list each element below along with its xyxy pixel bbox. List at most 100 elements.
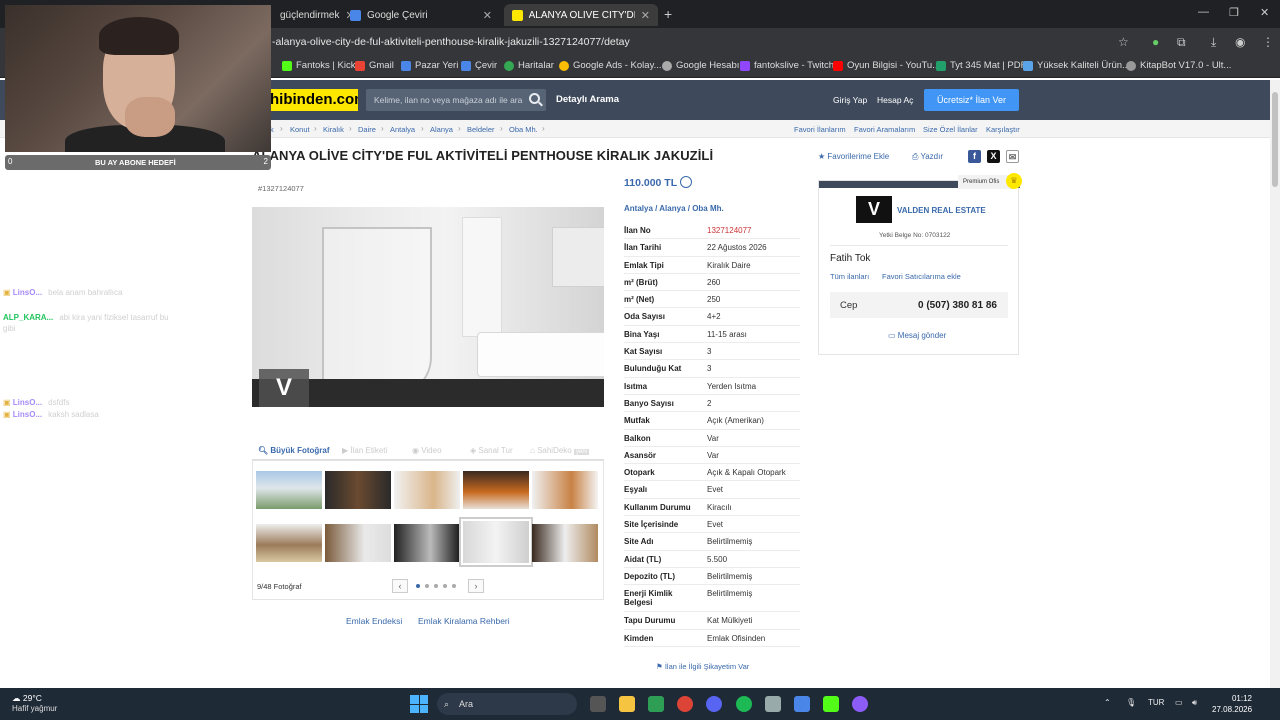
obs-icon[interactable] [852,696,868,712]
breadcrumb-item[interactable]: Konut [290,125,310,134]
bookmark-item[interactable]: Gmail [355,60,394,71]
tab-listing-label[interactable]: ▶ İlan Etiketi [342,446,387,455]
send-message-button[interactable]: ▭ Mesaj gönder [888,331,946,340]
clock[interactable]: 01:12 27.08.2026 [1212,693,1252,715]
scrollbar-thumb[interactable] [1272,92,1278,187]
extensions-puzzle-icon[interactable]: ⧉ [1177,35,1186,50]
download-icon[interactable]: ⤓ [1211,35,1216,50]
restore-icon[interactable]: ❐ [1229,6,1239,19]
seller-logo[interactable]: V [856,196,892,223]
report-listing-link[interactable]: ⚑ İlan ile İlgili Şikayetim Var [656,662,749,671]
volume-icon[interactable]: 🔊︎ [1192,698,1197,708]
tab-sahideko[interactable]: ⌂ SahiDeko yeni [530,446,589,455]
tab-listing[interactable]: ALANYA OLİVE CİTY'DE FUL AK ✕ [504,4,658,26]
favorite-searches-link[interactable]: Favori Aramalarım [854,125,915,134]
discord-icon[interactable] [706,696,722,712]
search-icon[interactable] [529,93,540,104]
url-field[interactable]: -alanya-olive-city-de-ful-aktiviteli-pen… [272,32,1132,52]
breadcrumb-item[interactable]: Antalya [390,125,415,134]
location-neighborhood[interactable]: Oba Mh. [692,204,724,213]
bookmark-item[interactable]: Çevir [461,60,497,71]
thumbnail[interactable] [463,471,529,509]
thumbnail[interactable] [256,524,322,562]
pager-dot[interactable] [434,584,438,588]
add-favorite-button[interactable]: ★ Favorilerime Ekle [818,152,889,161]
thumbnail[interactable] [256,471,322,509]
detail-search-link[interactable]: Detaylı Arama [556,94,619,105]
thumbnail-selected[interactable] [459,517,533,567]
page-scrollbar[interactable] [1270,80,1280,688]
network-icon[interactable]: ▭ [1175,698,1183,707]
rental-guide-link[interactable]: Emlak Kiralama Rehberi [418,616,510,626]
breadcrumb-item[interactable]: Oba Mh. [509,125,538,134]
personalized-listings-link[interactable]: Size Özel İlanlar [923,125,978,134]
tab-guclendirmek[interactable]: güçlendirmek ✕ [272,4,355,26]
bookmark-item[interactable]: Yüksek Kaliteli Ürün... [1023,60,1130,71]
new-tab-button[interactable]: + [664,6,672,22]
weather-widget[interactable]: ☁ 29°C Hafif yağmur [12,693,57,713]
breadcrumb-item[interactable]: Daire [358,125,376,134]
tab-virtual-tour[interactable]: ◈ Sanal Tur [470,446,513,455]
x-twitter-icon[interactable]: X [987,150,1000,163]
compare-link[interactable]: Karşılaştır [986,125,1020,134]
tab-big-photo[interactable]: 🔍︎ Büyük Fotoğraf [258,446,330,455]
bookmark-item[interactable]: Google Hesabı [662,60,739,71]
bookmark-item[interactable]: Tyt 345 Mat | PDF [936,60,1026,71]
pager-dot[interactable] [416,584,420,588]
profile-avatar[interactable]: ◉ [1235,35,1245,49]
register-link[interactable]: Hesap Aç [877,95,913,105]
favorite-listings-link[interactable]: Favori İlanlarım [794,125,846,134]
phone-number[interactable]: 0 (507) 380 81 86 [918,300,997,311]
breadcrumb-item[interactable]: Kiralık [323,125,344,134]
minimize-icon[interactable]: — [1198,6,1209,18]
all-listings-link[interactable]: Tüm ilanları [830,272,869,281]
menu-icon[interactable]: ⋮ [1262,35,1274,49]
steam-icon[interactable] [765,696,781,712]
close-icon[interactable]: ✕ [641,9,650,22]
bookmark-item[interactable]: Google Ads - Kolay... [559,60,662,71]
close-icon[interactable]: ✕ [483,9,492,22]
pager-dot[interactable] [443,584,447,588]
kick-icon[interactable] [823,696,839,712]
language-indicator[interactable]: TUR [1148,698,1164,707]
breadcrumb-item[interactable]: Alanya [430,125,453,134]
favorite-seller-link[interactable]: Favori Satıcılarıma ekle [882,272,961,281]
thumbnail[interactable] [532,471,598,509]
bookmark-item[interactable]: KitapBot V17.0 - Ult... [1126,60,1231,71]
breadcrumb-item[interactable]: Beldeler [467,125,495,134]
thumbnail[interactable] [325,524,391,562]
search-input[interactable]: Kelime, ilan no veya mağaza adı ile ara [366,89,546,111]
bookmark-item[interactable]: Haritalar [504,60,554,71]
site-logo[interactable]: hibinden.com [262,89,358,111]
seller-name[interactable]: VALDEN REAL ESTATE [897,206,986,215]
pager-dot[interactable] [425,584,429,588]
price-history-icon[interactable] [680,176,692,188]
chrome-icon[interactable] [677,696,693,712]
microphone-icon[interactable]: 🎙︎ [1126,698,1136,707]
pager-dot[interactable] [452,584,456,588]
thumbnail[interactable] [325,471,391,509]
thumbnail[interactable] [394,524,460,562]
taskbar-search[interactable]: ⌕ Ara [437,693,577,715]
chevron-left-icon[interactable]: ‹ [392,579,408,593]
tab-google-ceviri[interactable]: Google Çeviri ✕ [342,4,500,26]
extension-icon[interactable]: ● [1152,35,1159,49]
close-window-icon[interactable]: ✕ [1260,6,1269,19]
tray-chevron-icon[interactable]: ⌃ [1104,698,1111,707]
bookmark-item[interactable]: Pazar Yeri [401,60,458,71]
login-link[interactable]: Giriş Yap [833,95,867,105]
print-button[interactable]: ⎙ Yazdır [912,152,943,162]
location-district[interactable]: Alanya [659,204,685,213]
start-button[interactable] [410,695,428,713]
task-view-icon[interactable] [590,696,606,712]
tab-video[interactable]: ◉ Video [412,446,442,455]
bookmark-item[interactable]: Oyun Bilgisi - YouTu... [833,60,940,71]
spotify-icon[interactable] [736,696,752,712]
location-city[interactable]: Antalya [624,204,653,213]
post-ad-button[interactable]: Ücretsiz* İlan Ver [924,89,1019,111]
chevron-right-icon[interactable]: › [468,579,484,593]
bookmark-star-icon[interactable]: ☆ [1118,35,1129,49]
main-photo[interactable]: V [252,207,604,407]
real-estate-index-link[interactable]: Emlak Endeksi [346,616,402,626]
thumbnail[interactable] [394,471,460,509]
